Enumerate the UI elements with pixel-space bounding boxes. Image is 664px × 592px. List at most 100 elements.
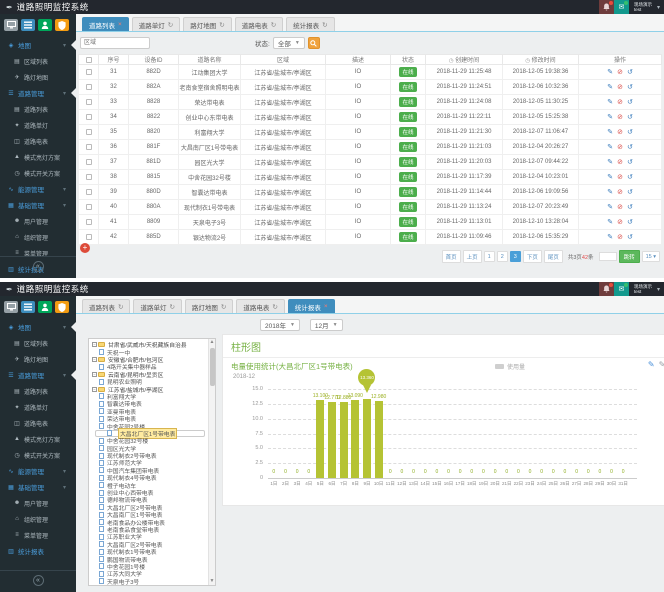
column-header-操作[interactable]: 操作 [579,55,662,65]
tree-scrollbar[interactable]: ▲ ▼ [208,339,215,585]
close-icon[interactable]: × [118,21,122,28]
sidebar-item-组织管理[interactable]: ⌂组织管理 [0,511,76,527]
last-page-button[interactable]: 尾页 [544,250,563,263]
user-caret-icon[interactable]: ▾ [657,4,664,11]
pencil-icon[interactable]: ✎ [659,360,664,369]
prev-page-button[interactable]: 上页 [463,250,482,263]
sidebar-item-道路列表[interactable]: ▤道路列表 [0,383,76,399]
disable-icon[interactable]: ⊘ [617,69,623,76]
quick-button-monitor[interactable] [4,19,18,31]
page-button-3[interactable]: 3 [510,251,521,262]
bar-6日[interactable] [328,402,336,478]
first-page-button[interactable]: 首页 [442,250,461,263]
tree-expand-icon[interactable]: − [92,387,97,392]
disable-icon[interactable]: ⊘ [617,204,623,211]
reset-icon[interactable]: ↺ [627,69,633,76]
column-header-设备ID[interactable]: 设备ID [129,55,179,65]
sidebar-item-路灯地图[interactable]: ✈路灯地图 [0,69,76,85]
reset-icon[interactable]: ↺ [627,114,633,121]
tab-道路单灯[interactable]: 道路单灯↻ [132,17,180,31]
quick-button-shield[interactable] [55,301,69,313]
add-device-button[interactable]: + [80,243,90,253]
row-checkbox[interactable] [86,174,92,180]
quick-button-list[interactable] [21,301,35,313]
sidebar-item-道路电表[interactable]: ◫道路电表 [0,415,76,431]
year-select[interactable]: 2018年▼ [260,319,300,331]
quick-button-list[interactable] [21,19,35,31]
edit-icon[interactable]: ✎ [607,129,613,136]
edit-icon[interactable]: ✎ [607,204,613,211]
bar-9日[interactable] [363,399,371,478]
sidebar-item-区域列表[interactable]: ▤区域列表 [0,53,76,69]
column-header-描述[interactable]: 描述 [326,55,391,65]
sidebar-item-组织管理[interactable]: ⌂组织管理 [0,229,76,245]
mail-button[interactable]: ✉ [614,0,629,14]
reset-icon[interactable]: ↺ [627,144,633,151]
sidebar-section-道路管理[interactable]: ☰道路管理▾ [0,367,76,383]
sidebar-item-用户管理[interactable]: ☻用户管理 [0,495,76,511]
column-header-状态[interactable]: 状态 [391,55,426,65]
tree-expand-icon[interactable]: − [92,372,97,377]
reset-icon[interactable]: ↺ [627,189,633,196]
disable-icon[interactable]: ⊘ [617,99,623,106]
chart-legend[interactable]: 使用量 [495,362,525,371]
page-jump-input[interactable] [599,252,617,261]
edit-icon[interactable]: ✎ [607,144,613,151]
edit-icon[interactable]: ✎ [607,114,613,121]
reset-icon[interactable]: ↺ [627,174,633,181]
page-jump-button[interactable]: 跳转 [619,250,640,263]
reset-icon[interactable]: ↺ [627,159,633,166]
search-button[interactable] [308,37,320,49]
disable-icon[interactable]: ⊘ [617,219,623,226]
tree-expand-icon[interactable]: − [92,357,97,362]
tab-统计报表[interactable]: 统计报表× [288,299,335,313]
tab-道路电表[interactable]: 道路电表↻ [236,299,284,313]
sidebar-item-道路列表[interactable]: ▤道路列表 [0,101,76,117]
sidebar-section-基础管理[interactable]: ▦基础管理▾ [0,479,76,495]
sidebar-item-路灯地图[interactable]: ✈路灯地图 [0,351,76,367]
close-icon[interactable]: × [324,303,328,310]
next-page-button[interactable]: 下页 [523,250,542,263]
edit-pencil-icon[interactable]: ✎ [648,360,655,369]
scroll-down-icon[interactable]: ▼ [209,578,215,585]
scroll-up-icon[interactable]: ▲ [209,339,215,346]
sidebar-item-模式亮灯方案[interactable]: ▲模式亮灯方案 [0,149,76,165]
column-header-创建时间[interactable]: ◷ 创建时间 [426,55,503,65]
edit-icon[interactable]: ✎ [607,219,613,226]
row-checkbox[interactable] [86,219,92,225]
region-search-input[interactable] [80,37,150,49]
tab-道路单灯[interactable]: 道路单灯↻ [133,299,181,313]
sidebar-item-模式亮灯方案[interactable]: ▲模式亮灯方案 [0,431,76,447]
row-checkbox[interactable] [86,84,92,90]
row-checkbox[interactable] [86,129,92,135]
refresh-icon[interactable]: ↻ [219,21,224,29]
disable-icon[interactable]: ⊘ [617,159,623,166]
bar-5日[interactable] [316,400,324,478]
disable-icon[interactable]: ⊘ [617,174,623,181]
row-checkbox[interactable] [86,204,92,210]
tree-item-天泉电子3号[interactable]: 天泉电子3号 [92,578,205,585]
tab-路灯地图[interactable]: 路灯地图↻ [183,17,231,31]
sidebar-item-道路单灯[interactable]: ✦道路单灯 [0,399,76,415]
select-all-checkbox[interactable] [86,57,92,63]
scroll-thumb[interactable] [210,348,215,386]
disable-icon[interactable]: ⊘ [617,129,623,136]
sidebar-item-区域列表[interactable]: ▤区域列表 [0,335,76,351]
disable-icon[interactable]: ⊘ [617,84,623,91]
sidebar-item-道路电表[interactable]: ◫道路电表 [0,133,76,149]
sidebar-section-能源管理[interactable]: ∿能源管理▾ [0,463,76,479]
column-header-序号[interactable]: 序号 [99,55,129,65]
sidebar-item-道路单灯[interactable]: ✦道路单灯 [0,117,76,133]
disable-icon[interactable]: ⊘ [617,144,623,151]
sidebar-item-用户管理[interactable]: ☻用户管理 [0,213,76,229]
edit-icon[interactable]: ✎ [607,69,613,76]
sidebar-item-模式开关方案[interactable]: ◷模式开关方案 [0,165,76,181]
tab-路灯地图[interactable]: 路灯地图↻ [185,299,233,313]
row-checkbox[interactable] [86,189,92,195]
user-menu[interactable]: 现场演示 test [629,284,657,295]
refresh-icon[interactable]: ↻ [169,303,174,311]
quick-button-user[interactable] [38,301,52,313]
mail-button[interactable]: ✉ [614,282,629,296]
disable-icon[interactable]: ⊘ [617,189,623,196]
sidebar-section-统计报表[interactable]: ▥统计报表 [0,543,76,559]
